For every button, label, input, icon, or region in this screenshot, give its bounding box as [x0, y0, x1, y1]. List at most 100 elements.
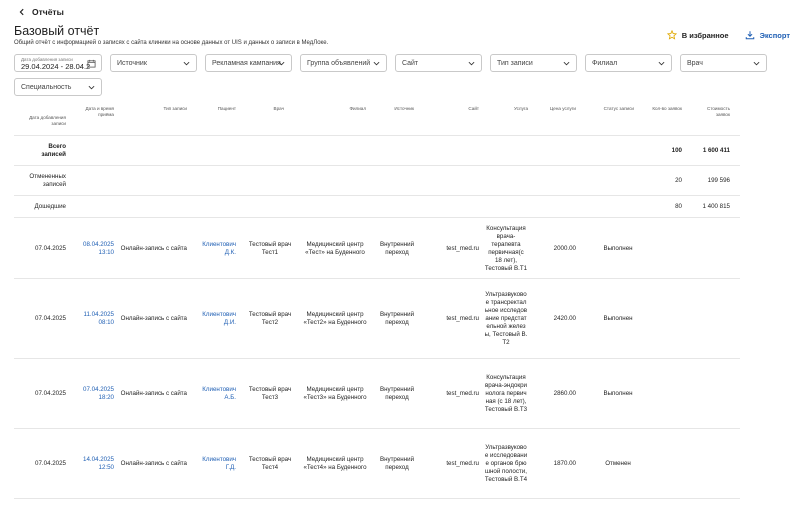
summary-label: Дошедшие [34, 203, 66, 210]
export-label: Экспорт [759, 30, 790, 40]
download-icon [745, 31, 754, 40]
source-filter-label: Источник [117, 59, 147, 67]
cell-service: Ультразвуковое трансректальное исследова… [484, 291, 528, 346]
col-count: Кол-во заявок [652, 106, 682, 111]
calendar-icon [87, 59, 96, 68]
specialty-filter[interactable]: Специальность [14, 78, 102, 96]
cell-branch: Медицинский центр «Тест3» на Буденного [303, 386, 367, 401]
cell-service: Ультразвуковое исследование органов брюш… [484, 444, 528, 483]
doctor-filter[interactable]: Врач [680, 54, 767, 72]
summary-count: 100 [671, 147, 682, 154]
branch-filter-label: Филиал [592, 59, 618, 67]
summary-label: Отмененных записей [29, 173, 66, 188]
cell-added: 07.04.2025 [35, 460, 66, 467]
cell-patient-link[interactable]: Клиентович Д.И. [198, 279, 236, 359]
site-filter[interactable]: Сайт [395, 54, 482, 72]
col-cost: Стоимость заявок [707, 106, 730, 117]
chevron-down-icon [183, 61, 190, 66]
page-subtitle: Общий отчёт с информацией о записях с са… [14, 40, 329, 46]
table-header: Дата добавления записи Дата и время приё… [14, 106, 740, 136]
cell-datetime-link[interactable]: 07.04.2025 18:20 [76, 359, 114, 429]
ad-group-filter[interactable]: Группа объявлений [300, 54, 387, 72]
col-type: Тип записи [163, 106, 187, 111]
record-type-filter[interactable]: Тип записи [490, 54, 577, 72]
chevron-down-icon [753, 61, 760, 66]
chevron-left-icon [19, 8, 24, 16]
cell-branch: Медицинский центр «Тест4» на Буденного [303, 456, 367, 471]
cell-status: Выполнен [603, 315, 633, 322]
cell-service: Консультация врача-эндокринолога первичн… [484, 374, 528, 413]
table-row[interactable]: 07.04.2025 14.04.2025 12:50 Онлайн-запис… [14, 429, 740, 499]
chevron-down-icon [658, 61, 665, 66]
cell-type: Онлайн-запись с сайта [120, 390, 187, 397]
ad-group-filter-label: Группа объявлений [307, 59, 371, 67]
star-icon [666, 30, 677, 40]
cell-patient-link[interactable]: Клиентович Г.Д. [198, 429, 236, 499]
col-doctor: Врач [273, 106, 284, 111]
cell-type: Онлайн-запись с сайта [120, 460, 187, 467]
cell-added: 07.04.2025 [35, 244, 66, 252]
cell-added: 07.04.2025 [35, 390, 66, 397]
table-row[interactable]: 07.04.2025 11.04.2025 08:10 Онлайн-запис… [14, 279, 740, 359]
col-status: Статус записи [603, 106, 634, 111]
date-filter-value: 29.04.2024 - 28.04.2 [21, 61, 91, 71]
cell-status: Отменен [605, 460, 631, 467]
cell-datetime-link[interactable]: 08.04.2025 13:10 [76, 218, 114, 279]
cell-datetime-link[interactable]: 11.04.2025 08:10 [76, 279, 114, 359]
summary-row-arrived: Дошедшие 80 1 400 815 [14, 196, 740, 218]
cell-site: test_med.ru [446, 315, 479, 322]
chevron-down-icon [278, 61, 285, 66]
summary-count: 80 [675, 203, 682, 210]
cell-doctor: Тестовый врач Тест4 [248, 456, 292, 471]
summary-row-cancelled: Отмененных записей 20 199 596 [14, 166, 740, 196]
cell-source: Внутренний переход [379, 456, 415, 471]
back-label: Отчёты [32, 7, 64, 17]
page-title: Базовый отчёт [14, 24, 100, 38]
specialty-filter-label: Специальность [21, 83, 72, 91]
source-filter[interactable]: Источник [110, 54, 197, 72]
col-datetime: Дата и время приёма [85, 106, 115, 117]
cell-doctor: Тестовый врач Тест3 [248, 386, 292, 401]
branch-filter[interactable]: Филиал [585, 54, 672, 72]
cell-status: Выполнен [603, 244, 633, 252]
cell-price: 2420.00 [553, 315, 576, 322]
cell-price: 2860.00 [553, 390, 576, 397]
cell-type: Онлайн-запись с сайта [120, 244, 187, 252]
cell-service: Консультация врача-терапевта первичная(с… [484, 224, 528, 272]
cell-source: Внутренний переход [379, 386, 415, 401]
cell-type: Онлайн-запись с сайта [120, 315, 187, 322]
table-row[interactable]: 07.04.2025 08.04.2025 13:10 Онлайн-запис… [14, 218, 740, 279]
chevron-down-icon [468, 61, 475, 66]
cell-datetime-link[interactable]: 14.04.2025 12:50 [76, 429, 114, 499]
favorite-button[interactable]: В избранное [666, 30, 729, 40]
cell-site: test_med.ru [446, 244, 479, 252]
col-branch: Филиал [349, 106, 366, 111]
summary-row-total: Всего записей 100 1 600 411 [14, 136, 740, 166]
favorite-label: В избранное [681, 30, 729, 40]
col-price: Цена услуги [549, 106, 576, 111]
col-added: Дата добавления записи [29, 115, 66, 126]
back-link[interactable]: Отчёты [18, 7, 64, 17]
cell-patient-link[interactable]: Клиентович А.Б. [198, 359, 236, 429]
col-source: Источник [394, 106, 414, 111]
table-row[interactable]: 07.04.2025 07.04.2025 18:20 Онлайн-запис… [14, 359, 740, 429]
cell-added: 07.04.2025 [35, 315, 66, 322]
date-range-filter[interactable]: Дата добавления записи 29.04.2024 - 28.0… [14, 54, 102, 72]
site-filter-label: Сайт [402, 59, 419, 67]
ad-campaign-filter[interactable]: Рекламная кампания [205, 54, 292, 72]
header-actions: В избранное Экспорт [666, 30, 790, 40]
ad-campaign-filter-label: Рекламная кампания [212, 59, 281, 67]
cell-source: Внутренний переход [379, 311, 415, 326]
record-type-filter-label: Тип записи [497, 59, 533, 67]
cell-doctor: Тестовый врач Тест1 [248, 240, 292, 256]
col-site: Сайт [468, 106, 479, 111]
cell-price: 1870.00 [553, 460, 576, 467]
col-service: Услуга [513, 106, 528, 111]
cell-site: test_med.ru [446, 460, 479, 467]
chevron-down-icon [373, 61, 380, 66]
cell-patient-link[interactable]: Клиентович Д.К. [198, 218, 236, 279]
doctor-filter-label: Врач [687, 59, 703, 67]
chevron-down-icon [88, 85, 95, 90]
export-button[interactable]: Экспорт [745, 30, 790, 40]
col-patient: Пациент [217, 106, 236, 111]
